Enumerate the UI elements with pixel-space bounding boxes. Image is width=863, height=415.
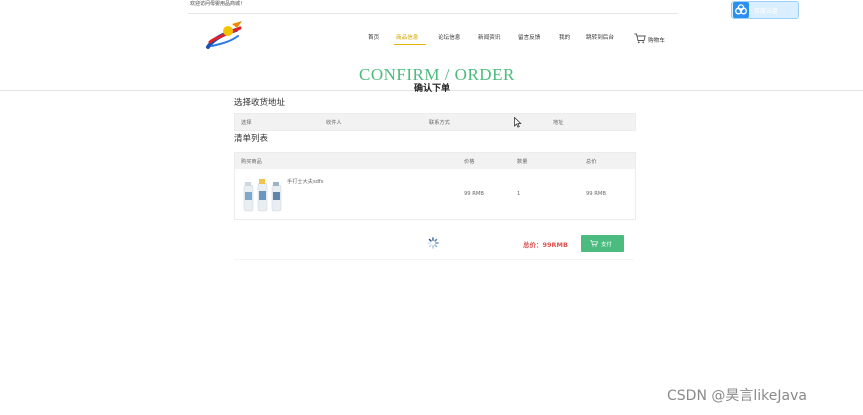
nav-item-news[interactable]: 新闻资讯 (478, 33, 500, 43)
top-bar: 欢迎访问母婴用品商城！ (188, 0, 678, 14)
nav-item-mine[interactable]: 我的 (559, 33, 570, 43)
product-image[interactable] (241, 177, 284, 213)
product-quantity: 1 (517, 191, 521, 197)
col-quantity: 数量 (517, 159, 528, 165)
product-price: 99 RMB (464, 191, 484, 197)
pay-button[interactable]: 支付 (581, 235, 624, 252)
nav-item-home[interactable]: 首页 (368, 33, 379, 43)
order-list-table: 购买商品 价格 数量 总价 手打士大夫sdfs 99 RMB 1 99 RMB (234, 152, 636, 220)
col-address: 地址 (553, 120, 564, 126)
col-product: 购买商品 (241, 159, 262, 165)
col-total: 总价 (586, 159, 597, 165)
nav-item-feedback[interactable]: 留言反馈 (518, 33, 540, 43)
nav-item-forum[interactable]: 论坛信息 (438, 33, 460, 43)
page-hero: CONFIRM / ORDER 确认下单 (0, 65, 863, 94)
nav-active-underline (394, 44, 426, 45)
address-section-title: 选择收货地址 (234, 98, 286, 108)
mouse-cursor-icon (514, 117, 522, 128)
cart-label: 购物车 (648, 38, 665, 44)
nav-item-cart[interactable]: 购物车 (634, 33, 674, 47)
table-row: 手打士大夫sdfs 99 RMB 1 99 RMB (235, 169, 635, 219)
col-contact: 联系方式 (429, 120, 450, 126)
watermark-text: CSDN @昊言likeJava (667, 388, 807, 404)
page-subtitle: 确认下单 (414, 84, 451, 94)
welcome-text: 欢迎访问母婴用品商城！ (190, 1, 246, 7)
order-summary: 总价：99RMB 支付 (234, 229, 634, 260)
site-logo[interactable] (206, 20, 246, 50)
col-recipient: 收件人 (326, 120, 342, 126)
page-title: CONFIRM / ORDER (359, 65, 515, 84)
order-total: 总价：99RMB (523, 241, 568, 249)
loading-spinner-icon (427, 237, 439, 249)
cloud-button-label: 百度云盘 (754, 8, 779, 15)
address-table-header: 选择 收件人 联系方式 地址 (234, 113, 636, 131)
product-total: 99 RMB (586, 191, 606, 197)
pay-button-label: 支付 (601, 242, 612, 248)
product-name[interactable]: 手打士大夫sdfs (287, 178, 323, 185)
col-price: 价格 (464, 159, 475, 165)
cart-icon (634, 33, 646, 44)
cart-icon (590, 240, 598, 247)
order-table-header: 购买商品 价格 数量 总价 (235, 153, 635, 169)
cloud-icon (733, 2, 749, 18)
col-select: 选择 (241, 120, 252, 126)
nav-item-admin[interactable]: 跳转到后台 (586, 33, 614, 43)
nav-item-products[interactable]: 商品信息 (396, 33, 418, 43)
cloud-button[interactable]: 百度云盘 (731, 1, 799, 19)
order-list-title: 清单列表 (234, 134, 269, 144)
